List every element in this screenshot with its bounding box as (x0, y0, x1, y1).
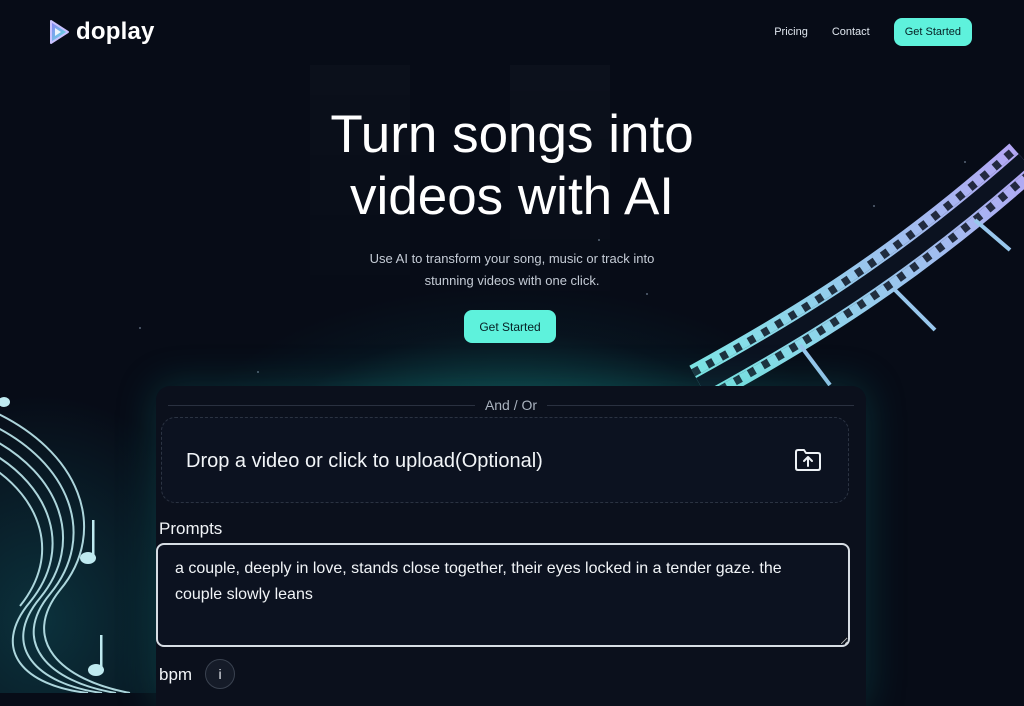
star (139, 327, 141, 329)
or-divider: And / Or (168, 397, 855, 413)
divider-line (168, 404, 475, 406)
logo-text: doplay (76, 18, 155, 45)
prompts-label: Prompts (159, 519, 223, 538)
star (598, 239, 600, 241)
info-icon[interactable]: i (205, 659, 235, 689)
top-nav: Pricing Contact Get Started (774, 18, 972, 46)
generator-card: And / Or Drop a video or click to upload… (156, 386, 866, 706)
logo[interactable]: doplay (48, 18, 155, 46)
hero-title: Turn songs into videos with AI (0, 104, 1024, 228)
prompts-textarea[interactable]: a couple, deeply in love, stands close t… (156, 543, 850, 647)
hero-get-started-button[interactable]: Get Started (464, 310, 556, 343)
star (646, 293, 648, 295)
bpm-label: bpm (159, 665, 193, 684)
logo-play-icon (50, 20, 69, 44)
nav-contact-link[interactable]: Contact (832, 26, 870, 38)
star (257, 371, 259, 373)
nav-pricing-link[interactable]: Pricing (774, 26, 808, 38)
divider-text: And / Or (484, 397, 538, 413)
hero-title-line-1: Turn songs into (330, 105, 694, 164)
header-get-started-button[interactable]: Get Started (893, 18, 972, 46)
hero-subtitle-line-1: Use AI to transform your song, music or … (369, 251, 655, 266)
hero-subtitle: Use AI to transform your song, music or … (0, 248, 1024, 292)
hero-title-line-2: videos with AI (349, 167, 675, 226)
video-upload-dropzone[interactable]: Drop a video or click to upload(Optional… (161, 417, 849, 503)
upload-folder-icon (795, 449, 821, 471)
divider-line (547, 404, 855, 406)
star (765, 329, 767, 331)
hero-subtitle-line-2: stunning videos with one click. (424, 273, 600, 288)
music-staff-decoration (0, 397, 131, 693)
upload-text: Drop a video or click to upload(Optional… (186, 450, 543, 472)
